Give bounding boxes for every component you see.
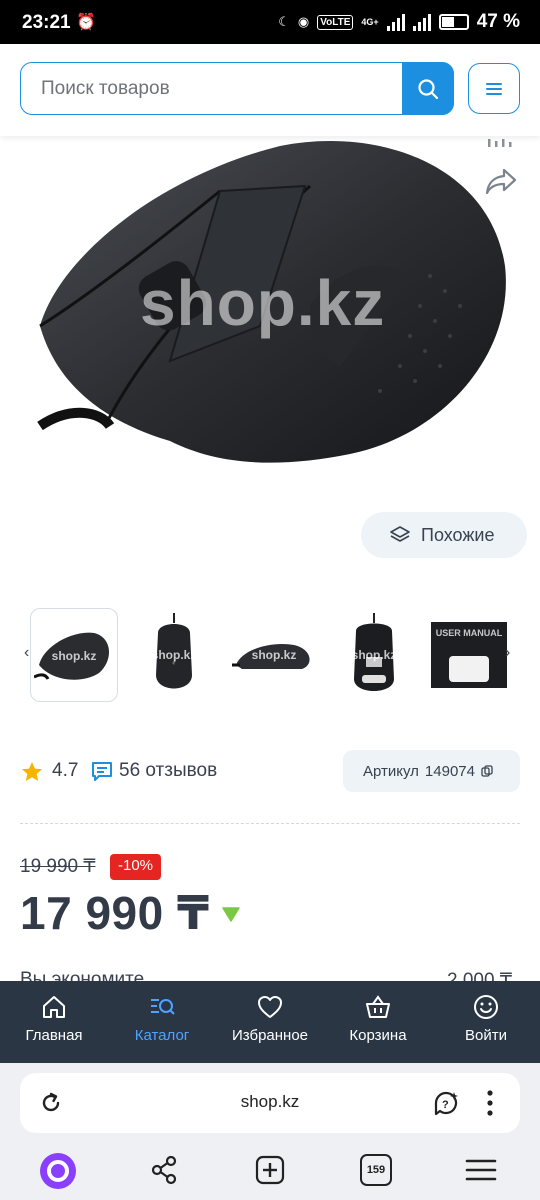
browser-bar: shop.kz ? 159 <box>0 1063 540 1200</box>
network-type: 4G+ <box>361 17 379 27</box>
alice-icon[interactable] <box>38 1151 78 1191</box>
tabs-count: 159 <box>366 1164 386 1176</box>
chat-assistant-icon[interactable]: ? <box>432 1089 462 1119</box>
status-time: 23:21 <box>22 12 71 33</box>
nav-favorites[interactable]: Избранное <box>216 981 324 1063</box>
home-icon <box>43 996 65 1018</box>
product-section: shop.kz Похожие ‹ shop.kz shop.kz shop.k… <box>0 136 540 991</box>
nav-login-label: Войти <box>465 1027 507 1044</box>
similar-label: Похожие <box>421 524 495 545</box>
reviews-link[interactable]: 56 отзывов <box>119 760 217 782</box>
alarm-icon: ⏰ <box>76 14 96 31</box>
price: 17 990 ₸ <box>20 887 210 939</box>
star-icon <box>22 762 42 781</box>
discount-badge: -10% <box>110 854 162 880</box>
compare-icon[interactable] <box>486 136 514 154</box>
signal-icon-2 <box>412 13 431 31</box>
thumbnail-4[interactable]: shop.kz <box>330 608 418 702</box>
thumbnail-watermark: shop.kz <box>151 648 197 662</box>
chevron-right-icon[interactable]: › <box>505 644 510 662</box>
battery-percent: 47 % <box>476 11 520 32</box>
status-bar: 23:21 ⏰ ☾ ◉ VoLTE 4G+ 47 % <box>0 0 540 44</box>
nav-login[interactable]: Войти <box>432 981 540 1063</box>
tabs-counter[interactable]: 159 <box>360 1154 392 1186</box>
search-placeholder: Поиск товаров <box>41 78 170 99</box>
chevron-left-icon[interactable]: ‹ <box>24 644 29 662</box>
address-bar[interactable]: shop.kz ? <box>20 1073 520 1133</box>
thumbnail-5[interactable]: USER MANUAL <box>425 608 513 702</box>
volte-badge: VoLTE <box>317 14 354 30</box>
shield-icon <box>222 907 240 922</box>
sku-value: 149074 <box>424 762 475 780</box>
product-image[interactable]: shop.kz <box>20 136 520 486</box>
heart-icon <box>258 996 282 1018</box>
signal-icon <box>386 13 405 31</box>
hotspot-icon: ◉ <box>297 14 310 29</box>
reviews-icon <box>92 762 112 781</box>
browser-menu-icon[interactable] <box>464 1156 498 1184</box>
share-icon[interactable] <box>484 166 518 201</box>
search-input[interactable]: Поиск товаров <box>20 62 454 115</box>
moon-icon: ☾ <box>278 14 290 29</box>
thumbnail-watermark: shop.kz <box>51 649 97 663</box>
share-network-icon[interactable] <box>148 1154 180 1186</box>
divider <box>20 823 520 824</box>
search-button[interactable] <box>402 62 454 115</box>
sku-box[interactable]: Артикул 149074 <box>343 750 520 792</box>
layers-icon <box>390 526 410 542</box>
basket-icon <box>366 995 390 1018</box>
rating-value: 4.7 <box>52 760 79 781</box>
thumbnail-manual-text: USER MANUAL <box>435 628 503 638</box>
thumbnail-watermark: shop.kz <box>251 648 297 662</box>
battery-icon <box>438 14 469 30</box>
similar-button[interactable]: Похожие <box>361 512 527 558</box>
catalog-icon <box>151 999 175 1015</box>
thumbnail-strip: ‹ shop.kz shop.kz shop.kz shop.kz USER M… <box>20 606 520 706</box>
nav-catalog[interactable]: Каталог <box>108 981 216 1063</box>
more-vert-icon[interactable] <box>482 1088 498 1118</box>
bottom-nav: Главная Каталог Избранное Корзина Войти <box>0 981 540 1063</box>
nav-cart-label: Корзина <box>349 1027 407 1044</box>
svg-text:?: ? <box>442 1099 449 1111</box>
smile-icon <box>474 995 498 1019</box>
nav-catalog-label: Каталог <box>134 1027 190 1044</box>
old-price: 19 990 ₸ <box>20 856 96 877</box>
status-indicators: ☾ ◉ VoLTE 4G+ 47 % <box>278 11 520 33</box>
sku-label: Артикул <box>363 762 419 780</box>
hamburger-icon <box>486 82 502 95</box>
rating-row: 4.7 56 отзывов Артикул 149074 <box>20 750 520 800</box>
menu-button[interactable] <box>468 63 520 114</box>
nav-home-label: Главная <box>25 1027 83 1044</box>
nav-home[interactable]: Главная <box>0 981 108 1063</box>
thumbnail-1[interactable]: shop.kz <box>30 608 118 702</box>
thumbnail-watermark: shop.kz <box>351 648 397 662</box>
thumbnail-2[interactable]: shop.kz <box>130 608 218 702</box>
thumbnail-3[interactable]: shop.kz <box>230 608 318 702</box>
new-tab-icon[interactable] <box>254 1154 286 1186</box>
image-watermark: shop.kz <box>140 267 386 339</box>
site-header: Поиск товаров <box>0 44 540 136</box>
search-icon <box>418 78 439 99</box>
nav-cart[interactable]: Корзина <box>324 981 432 1063</box>
nav-favorites-label: Избранное <box>231 1027 309 1044</box>
copy-icon <box>481 765 493 777</box>
